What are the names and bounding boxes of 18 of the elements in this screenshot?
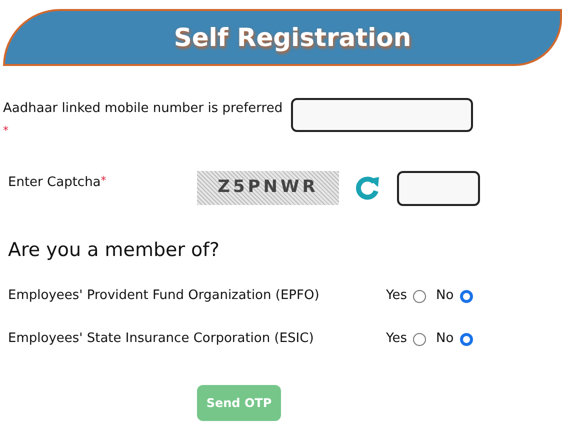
captcha-image: Z5PNWR: [197, 171, 339, 205]
option-label: No: [436, 287, 454, 306]
captcha-input-field[interactable]: [397, 171, 480, 206]
member-question: Employees' State Insurance Corporation (ESIC): [8, 330, 315, 348]
mobile-input-field[interactable]: [291, 98, 473, 132]
radio-button[interactable]: [413, 290, 426, 302]
mobile-label: Aadhaar linked mobile number is preferred *: [3, 100, 283, 139]
option-label: Yes: [386, 330, 407, 348]
radio-button[interactable]: [460, 290, 473, 302]
captcha-label: Enter Captcha*: [8, 173, 108, 192]
radio-button[interactable]: [413, 332, 426, 346]
section-heading: Are you a member of?: [7, 238, 220, 263]
member-question: Employees' Provident Fund Organization (EPFO): [8, 287, 320, 306]
refresh-icon[interactable]: [354, 175, 380, 201]
option-label: Yes: [386, 287, 407, 306]
radio-button[interactable]: [460, 332, 473, 346]
page-title: Self Registration: [174, 22, 412, 54]
option-label: No: [436, 330, 454, 348]
